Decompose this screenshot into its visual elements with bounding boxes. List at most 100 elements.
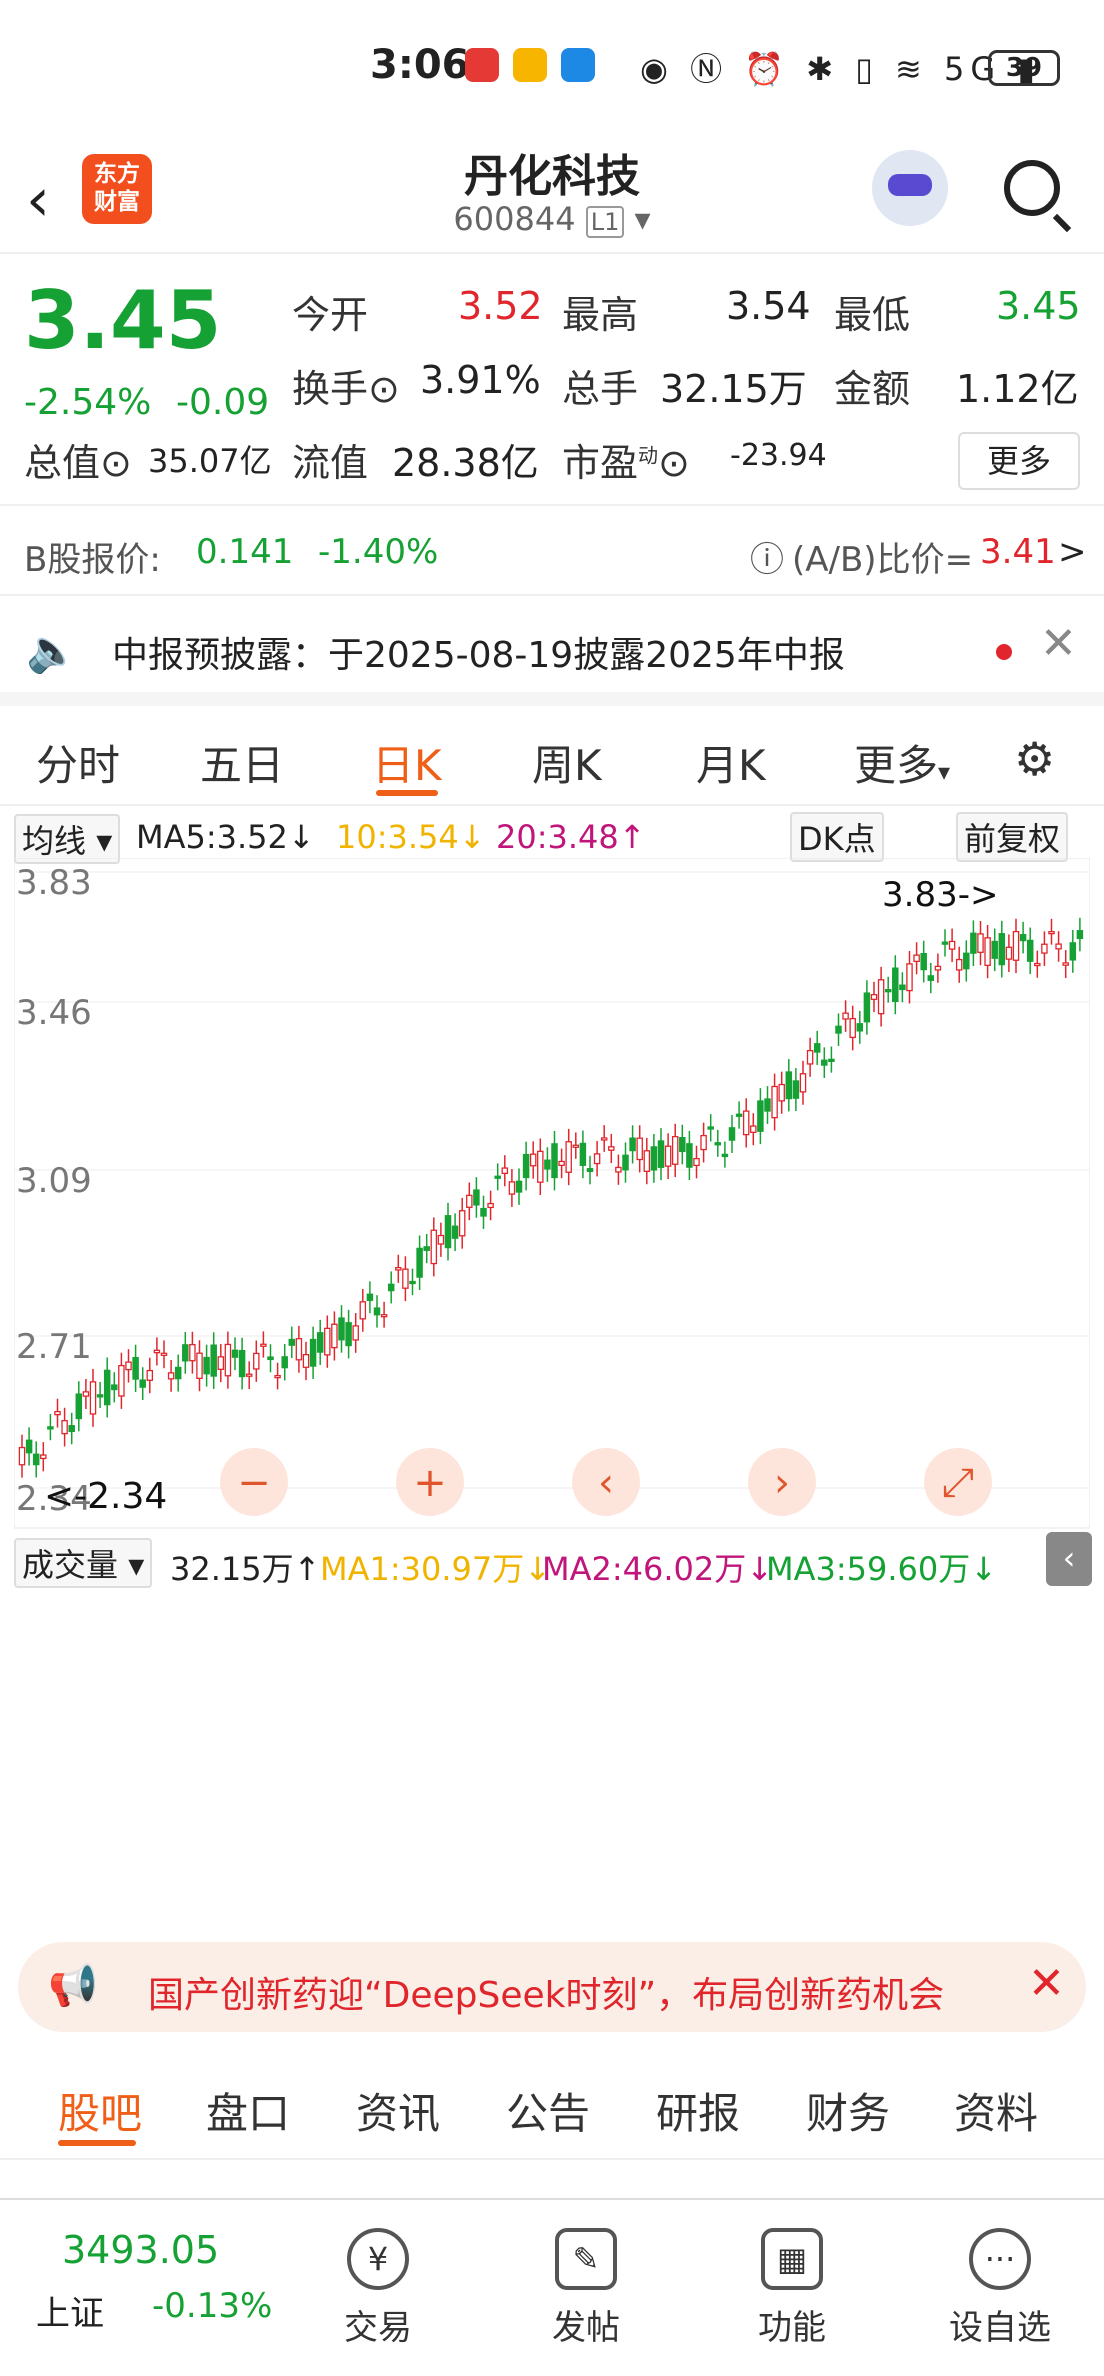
nav-post[interactable]: ✎ 发帖 [516, 2228, 656, 2349]
candle [529, 1153, 537, 1167]
candle [373, 1307, 381, 1316]
candle [657, 1140, 665, 1168]
candle [629, 1137, 636, 1152]
more-button[interactable]: 更多 [958, 432, 1080, 490]
nav-trade[interactable]: ¥ 交易 [308, 2228, 448, 2349]
candle [913, 954, 920, 963]
price-panel-border [14, 858, 1090, 1529]
candle [799, 1073, 807, 1093]
candle [955, 958, 963, 971]
tab-orderbook[interactable]: 盘口 [206, 2080, 290, 2141]
candle [600, 1137, 608, 1141]
index-value[interactable]: 3493.05 [62, 2228, 219, 2272]
candle [643, 1150, 651, 1172]
status-bar: 3:06 ◉ Ⓝ ⏰ ✱ ▯ ≋ 5G ▮ 39 [0, 0, 1104, 130]
candle [466, 1194, 473, 1208]
candle [1048, 931, 1055, 935]
candle [423, 1246, 430, 1251]
candle [870, 994, 878, 1000]
candle [111, 1384, 118, 1391]
status-time: 3:06 [370, 42, 470, 88]
candle [217, 1356, 225, 1371]
gear-icon[interactable]: ⚙ [1014, 732, 1055, 786]
active-tab-underline [376, 790, 438, 796]
candle [61, 1420, 68, 1435]
candle [906, 963, 913, 992]
candle [160, 1352, 168, 1356]
candle [892, 967, 899, 1003]
candle [274, 1374, 281, 1379]
candle [96, 1394, 104, 1398]
vol-ma2: MA2:46.02万↓ [542, 1550, 774, 1588]
candle [316, 1332, 324, 1353]
help-icon[interactable]: ⓘ [750, 532, 784, 581]
mktcap-value: 35.07亿 [148, 442, 272, 480]
candle [1069, 942, 1077, 961]
candle [387, 1283, 395, 1292]
ma-selector[interactable]: 均线 ▾ [14, 814, 121, 864]
candle [352, 1325, 359, 1341]
candle [835, 1025, 842, 1034]
index-name: 上证 [36, 2294, 104, 2334]
nav-functions[interactable]: ▦ 功能 [722, 2228, 862, 2349]
candle [537, 1150, 544, 1183]
notice-bar[interactable]: 🔈 中报预披露：于2025-08-19披露2025年中报 ✕ [0, 596, 1104, 706]
candle [380, 1314, 388, 1318]
ab-ratio-value: 3.41 [980, 532, 1056, 572]
tab-financials[interactable]: 财务 [806, 2080, 890, 2141]
tab-daily[interactable]: 日K [372, 732, 442, 793]
search-icon[interactable] [1004, 160, 1060, 216]
candle [146, 1369, 154, 1381]
candle [813, 1043, 821, 1053]
assistant-robot-icon[interactable] [872, 150, 948, 226]
plus-icon-glyph: + [413, 1460, 447, 1506]
message-icon [561, 48, 595, 82]
tab-news[interactable]: 资讯 [356, 2080, 440, 2141]
candle [920, 952, 927, 971]
tab-intraday[interactable]: 分时 [36, 732, 120, 793]
bshare-row[interactable]: B股报价: 0.141 -1.40% ⓘ (A/B)比价= 3.41 > [0, 504, 1104, 596]
candle [693, 1157, 700, 1167]
candle [167, 1372, 175, 1380]
candle [40, 1454, 47, 1460]
tab-profile[interactable]: 资料 [954, 2080, 1038, 2141]
candle [302, 1353, 310, 1368]
tab-monthly[interactable]: 月K [696, 732, 766, 793]
candle [742, 1110, 750, 1136]
close-banner-icon[interactable]: ✕ [1028, 1958, 1065, 2009]
candle [139, 1379, 146, 1388]
dk-button[interactable]: DK点 [790, 812, 884, 862]
kline-chart[interactable]: 3.833.463.092.712.343.83-><-2.34−+‹›⤢155… [14, 858, 1090, 1538]
tab-more[interactable]: 更多▾ [854, 732, 950, 793]
candle [735, 1113, 743, 1117]
candle [842, 1012, 849, 1020]
candle [203, 1356, 210, 1375]
candle [778, 1083, 785, 1102]
candle [700, 1134, 707, 1151]
tab-weekly[interactable]: 周K [532, 732, 602, 793]
candle [721, 1153, 729, 1158]
candle [260, 1343, 267, 1347]
tab-announcements[interactable]: 公告 [506, 2080, 590, 2141]
close-icon[interactable]: ✕ [1040, 618, 1077, 669]
tab-forum[interactable]: 股吧 [58, 2080, 142, 2141]
candle [998, 933, 1006, 966]
candle [544, 1159, 551, 1170]
mktcap-label: 总值⊙ [24, 441, 132, 485]
candle [75, 1393, 83, 1420]
index-change: -0.13% [152, 2286, 273, 2326]
promo-banner[interactable]: 📢 国产创新药迎“DeepSeek时刻”，布局创新药机会 ✕ [18, 1942, 1086, 2032]
candle [586, 1168, 594, 1173]
candle [615, 1166, 622, 1173]
stock-header: ‹ 东方 财富 丹化科技 600844 L1 ▾ [0, 130, 1104, 254]
change-pct: -2.54% [24, 382, 152, 423]
low-label: 最低 [834, 293, 911, 337]
nav-watchlist[interactable]: ··· 设自选 [930, 2228, 1070, 2349]
adjust-button[interactable]: 前复权 [956, 812, 1069, 862]
collapse-icon[interactable]: ‹ [1046, 1532, 1092, 1586]
tab-research[interactable]: 研报 [656, 2080, 740, 2141]
volume-selector[interactable]: 成交量 ▾ [14, 1538, 153, 1588]
candle [174, 1366, 182, 1380]
candle [359, 1301, 367, 1320]
tab-5day[interactable]: 五日 [200, 732, 284, 793]
